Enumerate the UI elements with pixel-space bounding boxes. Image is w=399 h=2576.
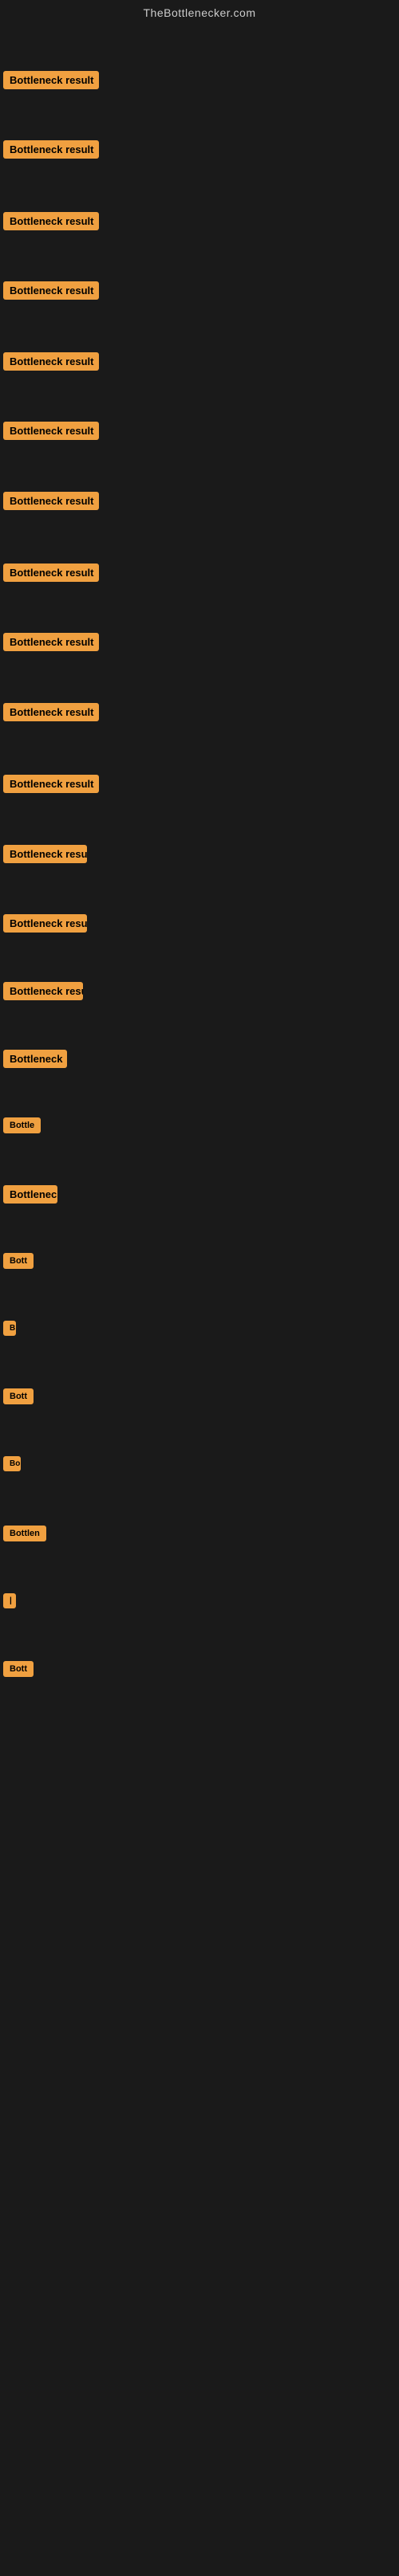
result-item-21: Bo <box>3 1456 21 1475</box>
bottleneck-badge-18: Bott <box>3 1253 34 1269</box>
result-item-22: Bottlen <box>3 1526 46 1545</box>
result-item-15: Bottleneck <box>3 1050 67 1072</box>
result-item-19: B <box>3 1321 16 1340</box>
bottleneck-badge-24: Bott <box>3 1661 34 1677</box>
bottleneck-badge-17: Bottlenec <box>3 1185 57 1204</box>
result-item-20: Bott <box>3 1388 34 1408</box>
bottleneck-badge-13: Bottleneck resu <box>3 914 87 933</box>
bottleneck-badge-3: Bottleneck result <box>3 212 99 230</box>
bottleneck-badge-1: Bottleneck result <box>3 71 99 89</box>
bottleneck-badge-8: Bottleneck result <box>3 564 99 582</box>
result-item-9: Bottleneck result <box>3 633 99 655</box>
result-item-16: Bottle <box>3 1117 41 1137</box>
bottleneck-badge-6: Bottleneck result <box>3 422 99 440</box>
bottleneck-badge-20: Bott <box>3 1388 34 1404</box>
result-item-8: Bottleneck result <box>3 564 99 586</box>
result-item-2: Bottleneck result <box>3 140 99 163</box>
bottleneck-badge-5: Bottleneck result <box>3 352 99 371</box>
bottleneck-badge-15: Bottleneck <box>3 1050 67 1068</box>
result-item-23: | <box>3 1593 16 1612</box>
bottleneck-badge-2: Bottleneck result <box>3 140 99 159</box>
bottleneck-badge-19: B <box>3 1321 16 1336</box>
bottleneck-badge-14: Bottleneck resu <box>3 982 83 1000</box>
result-item-12: Bottleneck resu <box>3 845 87 867</box>
bottleneck-badge-21: Bo <box>3 1456 21 1471</box>
bottleneck-badge-11: Bottleneck result <box>3 775 99 793</box>
result-item-3: Bottleneck result <box>3 212 99 234</box>
result-item-18: Bott <box>3 1253 34 1273</box>
result-item-7: Bottleneck result <box>3 492 99 514</box>
bottleneck-badge-7: Bottleneck result <box>3 492 99 510</box>
bottleneck-badge-9: Bottleneck result <box>3 633 99 651</box>
result-item-14: Bottleneck resu <box>3 982 83 1004</box>
bottleneck-badge-12: Bottleneck resu <box>3 845 87 863</box>
result-item-11: Bottleneck result <box>3 775 99 797</box>
result-item-17: Bottlenec <box>3 1185 57 1208</box>
result-item-4: Bottleneck result <box>3 281 99 304</box>
result-item-6: Bottleneck result <box>3 422 99 444</box>
site-title: TheBottlenecker.com <box>0 0 399 26</box>
result-item-10: Bottleneck result <box>3 703 99 725</box>
result-item-1: Bottleneck result <box>3 71 99 93</box>
bottleneck-badge-16: Bottle <box>3 1117 41 1133</box>
bottleneck-badge-4: Bottleneck result <box>3 281 99 300</box>
result-item-5: Bottleneck result <box>3 352 99 375</box>
result-item-13: Bottleneck resu <box>3 914 87 937</box>
site-title-bar: TheBottlenecker.com <box>0 0 399 26</box>
result-item-24: Bott <box>3 1661 34 1681</box>
bottleneck-badge-23: | <box>3 1593 16 1608</box>
results-container: Bottleneck result Bottleneck result Bottle… <box>0 26 399 2576</box>
bottleneck-badge-22: Bottlen <box>3 1526 46 1541</box>
bottleneck-badge-10: Bottleneck result <box>3 703 99 721</box>
